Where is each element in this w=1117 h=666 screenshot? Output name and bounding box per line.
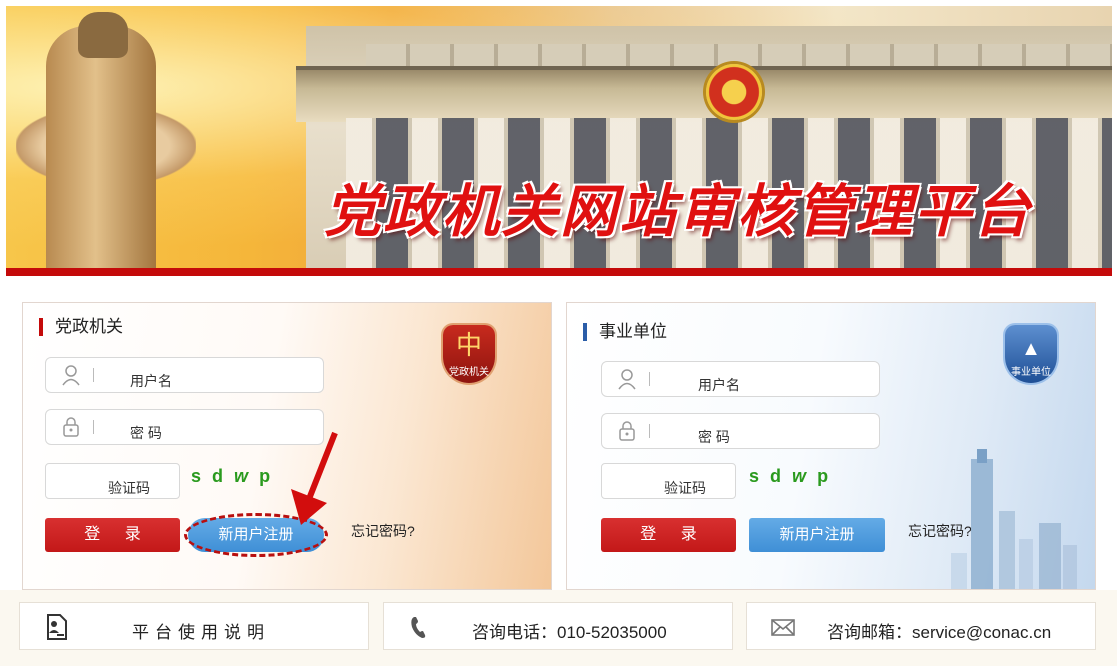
password-placeholder: 密 码 <box>130 425 162 441</box>
password-placeholder: 密 码 <box>698 429 730 445</box>
city-skyline-image <box>951 449 1077 589</box>
captcha-image[interactable]: s d w p <box>749 466 831 487</box>
document-user-icon <box>47 614 67 640</box>
party-government-badge-icon: 中 党政机关 <box>443 325 495 383</box>
user-guide-link[interactable]: 平台使用说明 <box>19 602 369 650</box>
email-info[interactable]: 咨询邮箱：service@conac.cn <box>746 602 1096 650</box>
forgot-password-link[interactable]: 忘记密码? <box>351 521 415 541</box>
captcha-input[interactable]: 验证码 <box>45 463 180 499</box>
captcha-placeholder: 验证码 <box>108 480 150 496</box>
user-icon <box>617 368 637 390</box>
login-button[interactable]: 登 录 <box>45 518 180 552</box>
field-separator <box>649 372 650 386</box>
email-label: 咨询邮箱：service@conac.cn <box>827 623 1052 642</box>
lock-icon <box>61 416 81 438</box>
login-panel-public-institution: 事业单位 ▲ 事业单位 用户名 密 码 验证码 s d w p 登 录 新用户注… <box>566 302 1096 590</box>
hotline-label: 咨询电话：010-52035000 <box>472 623 667 642</box>
banner-red-strip <box>6 268 1112 276</box>
annotation-arrow-icon <box>291 431 338 525</box>
site-title: 党政机关网站审核管理平台 <box>324 180 1032 244</box>
username-input[interactable]: 用户名 <box>45 357 324 393</box>
username-input[interactable]: 用户名 <box>601 361 880 397</box>
user-guide-label: 平台使用说明 <box>132 623 270 642</box>
panel-title: 党政机关 <box>39 318 123 336</box>
username-placeholder: 用户名 <box>698 377 740 393</box>
hotline-info: 咨询电话：010-52035000 <box>383 602 733 650</box>
field-separator <box>93 420 94 434</box>
login-button[interactable]: 登 录 <box>601 518 736 552</box>
captcha-placeholder: 验证码 <box>664 480 706 496</box>
public-institution-badge-icon: ▲ 事业单位 <box>1005 325 1057 383</box>
field-separator <box>93 368 94 382</box>
hall-roof <box>296 66 1112 122</box>
username-placeholder: 用户名 <box>130 373 172 389</box>
mail-icon <box>771 619 795 636</box>
huabiao-lion <box>78 12 128 58</box>
captcha-input[interactable]: 验证码 <box>601 463 736 499</box>
lock-icon <box>617 420 637 442</box>
login-panel-party-government: 党政机关 中 党政机关 用户名 密 码 验证码 s d w p 登 录 新用户注… <box>22 302 552 590</box>
huabiao-pillar-image <box>46 26 156 276</box>
header-banner: 党政机关网站审核管理平台 <box>6 6 1112 276</box>
password-input[interactable]: 密 码 <box>601 413 880 449</box>
captcha-image[interactable]: s d w p <box>191 466 273 487</box>
user-icon <box>61 364 81 386</box>
national-emblem-icon <box>706 64 762 120</box>
field-separator <box>649 424 650 438</box>
phone-icon <box>411 617 426 638</box>
panel-title: 事业单位 <box>583 323 667 341</box>
register-button[interactable]: 新用户注册 <box>749 518 885 552</box>
info-bar: 平台使用说明 咨询电话：010-52035000 咨询邮箱：service@co… <box>0 590 1117 666</box>
hall-frieze <box>366 44 1112 66</box>
